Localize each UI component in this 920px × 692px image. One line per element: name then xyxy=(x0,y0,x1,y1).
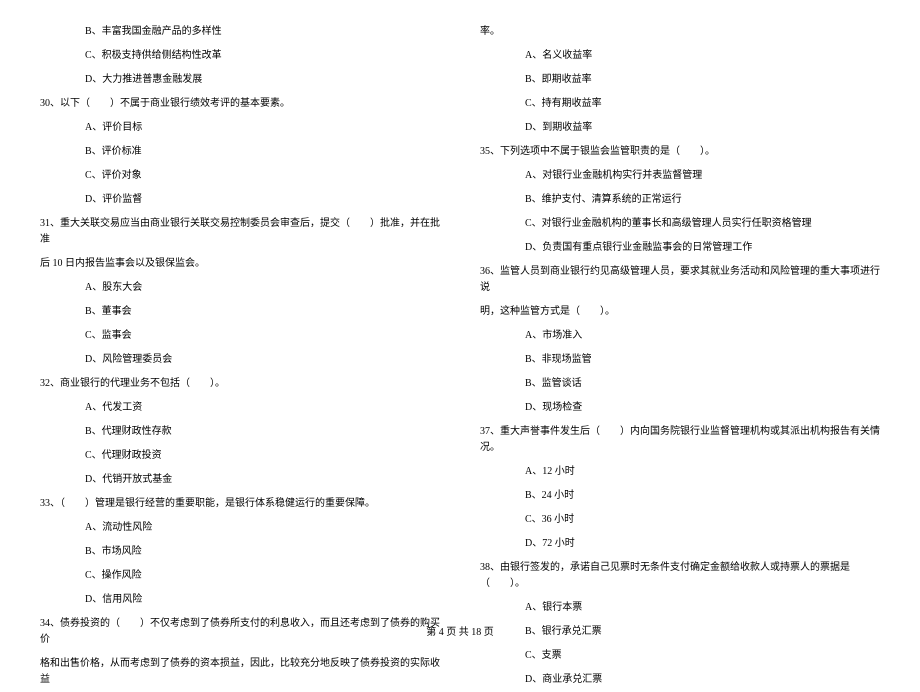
q38-option-a: A、银行本票 xyxy=(480,596,880,620)
q37-option-a: A、12 小时 xyxy=(480,460,880,484)
q36-text: 36、监管人员到商业银行约见高级管理人员，要求其就业务活动和风险管理的重大事项进… xyxy=(480,260,880,300)
q37-text: 37、重大声誉事件发生后（ ）内向国务院银行业监督管理机构或其派出机构报告有关情… xyxy=(480,420,880,460)
q33-option-d: D、信用风险 xyxy=(40,588,440,612)
q33-option-c: C、操作风险 xyxy=(40,564,440,588)
q35-option-a: A、对银行业金融机构实行并表监督管理 xyxy=(480,164,880,188)
q33-text: 33、（ ）管理是银行经营的重要职能，是银行体系稳健运行的重要保障。 xyxy=(40,492,440,516)
q29-option-b: B、丰富我国金融产品的多样性 xyxy=(40,20,440,44)
q34-option-a: A、名义收益率 xyxy=(480,44,880,68)
q32-option-d: D、代销开放式基金 xyxy=(40,468,440,492)
q36-option-d: D、现场检查 xyxy=(480,396,880,420)
q34-option-b: B、即期收益率 xyxy=(480,68,880,92)
page-footer: 第 4 页 共 18 页 xyxy=(0,623,920,638)
q35-option-c: C、对银行业金融机构的董事长和高级管理人员实行任职资格管理 xyxy=(480,212,880,236)
q34-cont: 率。 xyxy=(480,20,880,44)
q34-text-cont: 格和出售价格，从而考虑到了债券的资本损益，因此，比较充分地反映了债券投资的实际收… xyxy=(40,652,440,692)
q31-option-c: C、监事会 xyxy=(40,324,440,348)
q37-option-b: B、24 小时 xyxy=(480,484,880,508)
q34-option-d: D、到期收益率 xyxy=(480,116,880,140)
q36-text-cont: 明，这种监管方式是（ ）。 xyxy=(480,300,880,324)
q31-option-b: B、董事会 xyxy=(40,300,440,324)
q33-option-b: B、市场风险 xyxy=(40,540,440,564)
right-column: 率。 A、名义收益率 B、即期收益率 C、持有期收益率 D、到期收益率 35、下… xyxy=(460,20,890,620)
q38-option-c: C、支票 xyxy=(480,644,880,668)
q37-option-d: D、72 小时 xyxy=(480,532,880,556)
q36-option-a: A、市场准入 xyxy=(480,324,880,348)
q35-option-d: D、负责国有重点银行业金融监事会的日常管理工作 xyxy=(480,236,880,260)
q30-option-c: C、评价对象 xyxy=(40,164,440,188)
q30-option-b: B、评价标准 xyxy=(40,140,440,164)
q36-option-c: B、监管谈话 xyxy=(480,372,880,396)
q31-text-cont: 后 10 日内报告监事会以及银保监会。 xyxy=(40,252,440,276)
left-column: B、丰富我国金融产品的多样性 C、积极支持供给侧结构性改革 D、大力推进普惠金融… xyxy=(30,20,460,620)
q33-option-a: A、流动性风险 xyxy=(40,516,440,540)
q35-text: 35、下列选项中不属于银监会监管职责的是（ ）。 xyxy=(480,140,880,164)
q37-option-c: C、36 小时 xyxy=(480,508,880,532)
q32-text: 32、商业银行的代理业务不包括（ ）。 xyxy=(40,372,440,396)
q31-text: 31、重大关联交易应当由商业银行关联交易控制委员会审查后，提交（ ）批准，并在批… xyxy=(40,212,440,252)
q29-option-c: C、积极支持供给侧结构性改革 xyxy=(40,44,440,68)
q34-option-c: C、持有期收益率 xyxy=(480,92,880,116)
page-container: B、丰富我国金融产品的多样性 C、积极支持供给侧结构性改革 D、大力推进普惠金融… xyxy=(0,0,920,650)
q38-text: 38、由银行签发的，承诺自己见票时无条件支付确定金额给收款人或持票人的票据是（ … xyxy=(480,556,880,596)
q30-option-a: A、评价目标 xyxy=(40,116,440,140)
q31-option-a: A、股东大会 xyxy=(40,276,440,300)
q30-option-d: D、评价监督 xyxy=(40,188,440,212)
q38-option-d: D、商业承兑汇票 xyxy=(480,668,880,692)
q29-option-d: D、大力推进普惠金融发展 xyxy=(40,68,440,92)
q32-option-c: C、代理财政投资 xyxy=(40,444,440,468)
q32-option-b: B、代理财政性存款 xyxy=(40,420,440,444)
q31-option-d: D、风险管理委员会 xyxy=(40,348,440,372)
q30-text: 30、以下（ ）不属于商业银行绩效考评的基本要素。 xyxy=(40,92,440,116)
q35-option-b: B、维护支付、清算系统的正常运行 xyxy=(480,188,880,212)
q36-option-b: B、非现场监管 xyxy=(480,348,880,372)
q32-option-a: A、代发工资 xyxy=(40,396,440,420)
